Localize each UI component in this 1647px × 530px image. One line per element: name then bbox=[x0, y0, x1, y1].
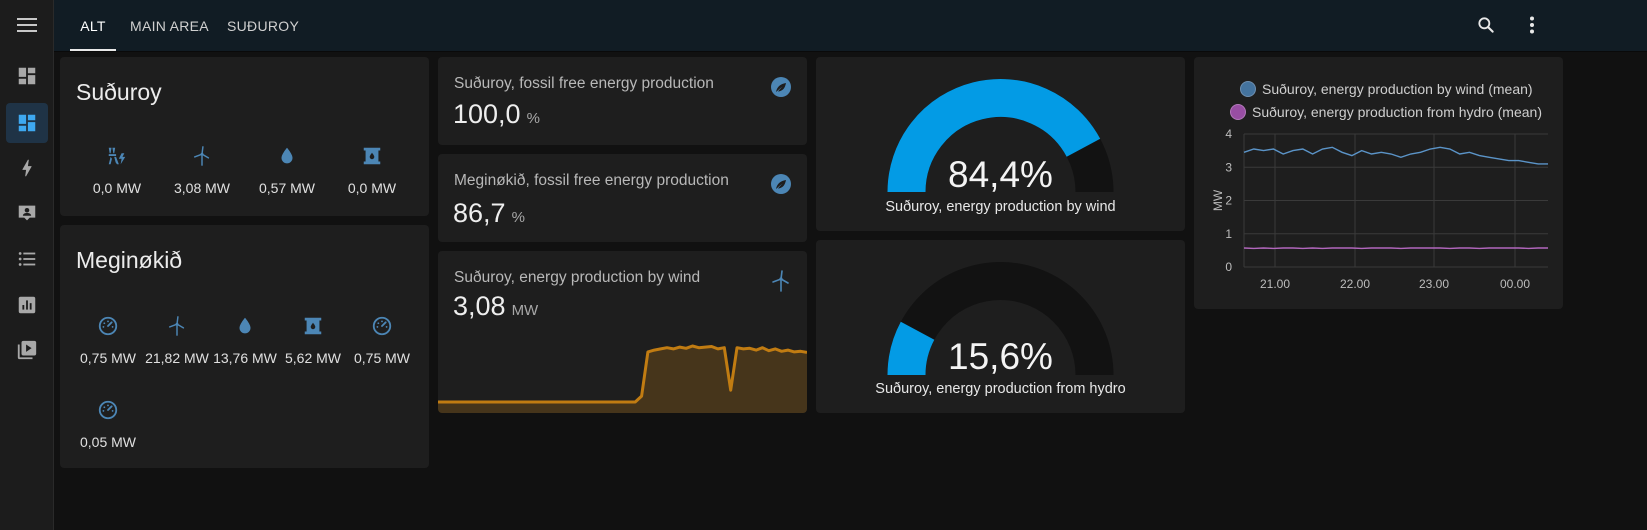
entity-gauge-3[interactable]: 0,05 MW bbox=[68, 399, 148, 450]
x-tick-label: 23.00 bbox=[1419, 277, 1449, 291]
gauge-wind-card[interactable]: 84,4% Suðuroy, energy production by wind bbox=[816, 57, 1185, 231]
view-dashboard-icon bbox=[18, 114, 36, 132]
entity-gauge-2[interactable]: 0,75 MW bbox=[342, 315, 422, 366]
barrel-icon bbox=[363, 147, 381, 165]
y-axis-label: MW bbox=[1211, 189, 1225, 211]
sidebar-item-logbook[interactable] bbox=[6, 239, 48, 279]
y-tick-label: 4 bbox=[1225, 127, 1232, 141]
gauge-icon bbox=[98, 400, 118, 420]
fossil-free-meginokid-card[interactable]: Meginøkið, fossil free energy production… bbox=[438, 154, 807, 242]
x-tick-label: 00.00 bbox=[1500, 277, 1530, 291]
entity-hydro[interactable]: 0,57 MW bbox=[247, 145, 327, 196]
gauge-icon bbox=[372, 316, 392, 336]
leaf-circle-icon bbox=[771, 174, 791, 194]
tab-label: ALT bbox=[80, 17, 106, 34]
sidebar bbox=[0, 0, 54, 530]
sensor-unit: % bbox=[511, 209, 525, 226]
entity-value: 0,75 MW bbox=[353, 350, 410, 366]
more-vert-icon bbox=[1530, 16, 1534, 34]
entity-oil[interactable]: 5,62 MW bbox=[273, 315, 353, 366]
suduroy-glance-card: Suðuroy 0,0 MW 3,08 MW 0,57 MW 0,0 MW bbox=[60, 57, 429, 216]
transmission-tower-lightning-icon bbox=[108, 147, 126, 165]
gauge-label: Suðuroy, energy production from hydro bbox=[875, 381, 1126, 397]
water-icon bbox=[239, 317, 251, 334]
history-graph-card: Suðuroy, energy production by wind (mean… bbox=[1194, 57, 1563, 309]
sensor-value: 86,7 bbox=[453, 198, 506, 228]
tab-alt[interactable]: ALT bbox=[70, 0, 116, 51]
tab-suduroy[interactable]: SUÐUROY bbox=[227, 0, 299, 51]
gauge-hydro-card[interactable]: 15,6% Suðuroy, energy production from hy… bbox=[816, 240, 1185, 413]
sensor-value-row: 100,0% bbox=[453, 99, 540, 130]
menu-icon[interactable] bbox=[14, 12, 40, 38]
wind-turbine-icon bbox=[168, 316, 185, 336]
entity-value: 0,05 MW bbox=[79, 434, 136, 450]
series-line-wind bbox=[1243, 146, 1548, 165]
tab-main-area[interactable]: MAIN AREA bbox=[130, 0, 209, 51]
sensor-unit: % bbox=[526, 110, 540, 127]
sidebar-item-people[interactable] bbox=[6, 193, 48, 233]
fossil-free-suduroy-card[interactable]: Suðuroy, fossil free energy production 1… bbox=[438, 57, 807, 145]
account-box-icon bbox=[18, 205, 36, 221]
card-title: Suðuroy bbox=[76, 79, 162, 105]
search-icon bbox=[1478, 17, 1494, 33]
sparkline-chart bbox=[438, 344, 807, 413]
entity-value: 3,08 MW bbox=[173, 180, 230, 196]
leaf-circle-icon bbox=[771, 77, 791, 97]
wind-turbine-icon bbox=[193, 146, 210, 166]
entity-value: 0,75 MW bbox=[79, 350, 136, 366]
barrel-icon bbox=[304, 317, 322, 335]
gauge-value: 84,4% bbox=[948, 154, 1053, 195]
sensor-name: Suðuroy, fossil free energy production bbox=[454, 75, 714, 92]
sensor-value-row: 3,08 MW bbox=[453, 291, 538, 322]
top-app-bar: ALT MAIN AREA SUÐUROY bbox=[54, 0, 1647, 52]
sensor-value: 3,08 bbox=[453, 291, 506, 321]
sidebar-item-dashboard-overview[interactable] bbox=[6, 56, 48, 96]
card-title: Meginøkið bbox=[76, 247, 183, 273]
sensor-name: Suðuroy, energy production by wind bbox=[454, 269, 701, 286]
sensor-value-row: 86,7% bbox=[453, 198, 525, 229]
sidebar-item-dashboard-active[interactable] bbox=[6, 103, 48, 143]
sidebar-item-energy[interactable] bbox=[6, 148, 48, 188]
entity-wind[interactable]: 3,08 MW bbox=[162, 145, 242, 196]
y-tick-label: 3 bbox=[1225, 160, 1232, 174]
view-dashboard-outline-icon bbox=[18, 67, 36, 85]
sidebar-item-media[interactable] bbox=[6, 330, 48, 370]
water-icon bbox=[281, 147, 293, 164]
play-box-multiple-icon bbox=[17, 340, 37, 360]
gauge-value: 15,6% bbox=[948, 336, 1053, 377]
entity-value: 5,62 MW bbox=[284, 350, 341, 366]
x-tick-label: 22.00 bbox=[1340, 277, 1370, 291]
entity-oil[interactable]: 0,0 MW bbox=[332, 145, 412, 196]
wind-sensor-card[interactable]: Suðuroy, energy production by wind 3,08 M… bbox=[438, 251, 807, 413]
sensor-name: Meginøkið, fossil free energy production bbox=[454, 172, 729, 189]
tab-label: MAIN AREA bbox=[130, 17, 209, 34]
x-tick-label: 21.00 bbox=[1260, 277, 1290, 291]
lightning-bolt-icon bbox=[22, 159, 32, 177]
entity-value: 0,57 MW bbox=[258, 180, 315, 196]
sensor-value: 100,0 bbox=[453, 99, 521, 129]
gauge-label: Suðuroy, energy production by wind bbox=[885, 199, 1116, 215]
gauge-icon bbox=[98, 316, 118, 336]
sensor-unit: MW bbox=[511, 302, 539, 319]
meginokid-glance-card: Meginøkið 0,75 MW 21,82 MW 13,76 MW 5,62… bbox=[60, 225, 429, 468]
tab-active-indicator bbox=[70, 49, 116, 51]
y-tick-label: 0 bbox=[1225, 260, 1232, 274]
y-tick-label: 1 bbox=[1225, 227, 1232, 241]
y-tick-label: 2 bbox=[1225, 194, 1232, 208]
format-list-bulleted-icon bbox=[18, 252, 36, 266]
entity-grid-import[interactable]: 0,0 MW bbox=[77, 145, 157, 196]
history-chart: 0 1 2 3 4 21.00 22.00 23.00 00.00 MW bbox=[1211, 127, 1548, 291]
sidebar-item-history[interactable] bbox=[6, 285, 48, 325]
entity-value: 0,0 MW bbox=[92, 180, 142, 196]
tab-label: SUÐUROY bbox=[227, 17, 300, 34]
wind-turbine-icon bbox=[772, 270, 789, 292]
entity-value: 0,0 MW bbox=[347, 180, 397, 196]
search-button[interactable] bbox=[1473, 12, 1499, 38]
chart-box-icon bbox=[18, 296, 36, 314]
entity-gauge-1[interactable]: 0,75 MW bbox=[68, 315, 148, 366]
more-options-button[interactable] bbox=[1519, 12, 1545, 38]
